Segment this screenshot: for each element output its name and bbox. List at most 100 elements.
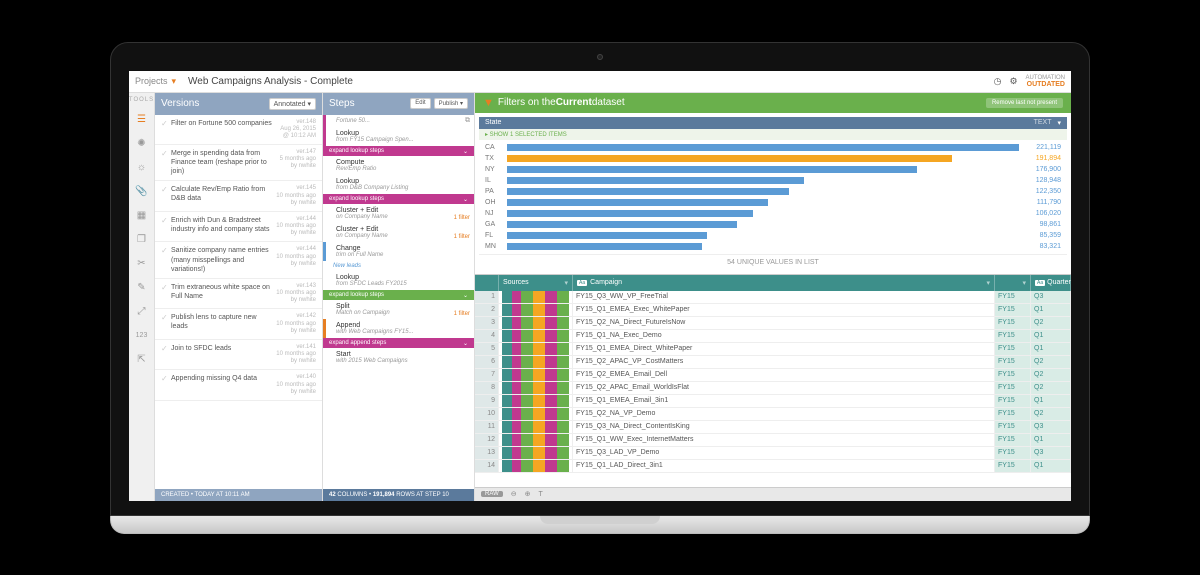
grid-icon[interactable]: ▦ [135, 209, 149, 223]
chart-bar[interactable]: IL128,948 [485, 175, 1061, 186]
step-item[interactable]: Lookupfrom SFDC Leads FY2015 [323, 271, 474, 290]
table-row[interactable]: 8FY15_Q2_APAC_Email_WorldIsFlatFY15Q2 [475, 382, 1071, 395]
cell-fy: FY15 [995, 421, 1031, 433]
chart-bar[interactable]: NJ106,020 [485, 208, 1061, 219]
table-row[interactable]: 14FY15_Q1_LAD_Direct_3in1FY15Q1 [475, 460, 1071, 473]
external-icon[interactable]: ⇱ [135, 353, 149, 367]
chart-bar[interactable]: OH111,790 [485, 197, 1061, 208]
table-row[interactable]: 12FY15_Q1_WW_Exec_InternetMattersFY15Q1 [475, 434, 1071, 447]
unique-count: 54 UNIQUE VALUES IN LIST [479, 254, 1067, 270]
cell-campaign: FY15_Q2_APAC_Email_WorldIsFlat [573, 382, 995, 394]
version-item[interactable]: ✓Sanitize company name entries (many mis… [155, 242, 322, 278]
show-selected-toggle[interactable]: ▸ SHOW 1 SELECTED ITEMS [479, 129, 1067, 140]
step-item[interactable]: Lookupfrom FY15 Campaign Spen... [323, 127, 474, 146]
gear-icon[interactable]: ⚙ [1009, 76, 1017, 87]
chevron-down-icon[interactable]: ▾ [986, 279, 990, 287]
raw-toggle[interactable]: RAW [481, 491, 503, 497]
table-row[interactable]: 11FY15_Q3_NA_Direct_ContentIsKingFY15Q3 [475, 421, 1071, 434]
edit-button[interactable]: Edit [410, 98, 430, 109]
list-icon[interactable]: ☰ [135, 113, 149, 127]
cut-icon[interactable]: ✂ [135, 257, 149, 271]
page-title: Web Campaigns Analysis - Complete [188, 76, 353, 87]
chart-bar[interactable]: FL85,359 [485, 230, 1061, 241]
chart-bar[interactable]: PA122,350 [485, 186, 1061, 197]
chart-bar[interactable]: MN83,321 [485, 241, 1061, 252]
table-row[interactable]: 5FY15_Q1_EMEA_Direct_WhitePaperFY15Q1 [475, 343, 1071, 356]
step-item[interactable]: Startwith 2015 Web Campaigns [323, 348, 474, 367]
col-quarter[interactable]: AaQuarter [1031, 275, 1071, 291]
step-item[interactable]: Cluster + Editon Company Name1 filter [323, 223, 474, 242]
chevron-down-icon[interactable]: ▾ [1022, 279, 1026, 287]
expand-icon[interactable]: ⤢ [135, 305, 149, 319]
table-row[interactable]: 9FY15_Q1_EMEA_Email_3in1FY15Q1 [475, 395, 1071, 408]
remove-filter-pill[interactable]: Remove last not present [986, 98, 1063, 108]
version-item[interactable]: ✓Trim extraneous white space on Full Nam… [155, 279, 322, 310]
spark-icon[interactable]: ✺ [135, 137, 149, 151]
step-item[interactable]: ⧉Fortune 50... [323, 115, 474, 127]
versions-filter-dropdown[interactable]: Annotated ▾ [269, 98, 316, 110]
version-item[interactable]: ✓Merge in spending data from Finance tea… [155, 145, 322, 181]
pen-icon[interactable]: ✎ [135, 281, 149, 295]
chart-menu-icon[interactable]: ▾ [1057, 119, 1061, 127]
cell-fy: FY15 [995, 395, 1031, 407]
cell-rownum: 6 [475, 356, 499, 368]
version-item[interactable]: ✓Join to SFDC leadsver.14110 months agob… [155, 340, 322, 371]
chart-bar[interactable]: CA221,119 [485, 142, 1061, 153]
chevron-down-icon[interactable]: ▾ [564, 279, 568, 287]
chart-column-label: State [485, 119, 501, 127]
filter-badge: 1 filter [454, 234, 470, 240]
table-row[interactable]: 3FY15_Q2_NA_Direct_FutureIsNowFY15Q2 [475, 317, 1071, 330]
bar-value: 83,321 [1023, 243, 1061, 250]
cell-rownum: 4 [475, 330, 499, 342]
table-row[interactable]: 7FY15_Q2_EMEA_Email_DellFY15Q2 [475, 369, 1071, 382]
step-item[interactable]: Appendwith Web Campaigns FY15... [323, 319, 474, 338]
chart-bar[interactable]: NY176,900 [485, 164, 1061, 175]
version-item[interactable]: ✓Filter on Fortune 500 companiesver.148A… [155, 115, 322, 146]
version-meta: ver.14210 months agoby nwhite [274, 313, 316, 335]
step-item[interactable]: Cluster + Editon Company Name1 filter [323, 204, 474, 223]
col-campaign[interactable]: AaCampaign▾ [573, 275, 995, 291]
table-row[interactable]: 13FY15_Q3_LAD_VP_DemoFY15Q3 [475, 447, 1071, 460]
version-item[interactable]: ✓Publish lens to capture new leadsver.14… [155, 309, 322, 340]
cell-fy: FY15 [995, 460, 1031, 472]
zoom-out-icon[interactable]: ⊖ [511, 490, 517, 498]
clock-icon[interactable]: ◷ [994, 76, 1002, 87]
step-item[interactable]: Lookupfrom D&B Company Listing [323, 175, 474, 194]
bar-label: TX [485, 155, 503, 162]
expand-toggle[interactable]: expand lookup steps⌄ [323, 146, 474, 156]
table-row[interactable]: 1FY15_Q3_WW_VP_FreeTrialFY15Q3 [475, 291, 1071, 304]
step-item[interactable]: ComputeRev/Emp Ratio [323, 156, 474, 175]
clip-icon[interactable]: 📎 [135, 185, 149, 199]
cell-rownum: 2 [475, 304, 499, 316]
bar-label: FL [485, 232, 503, 239]
copy-icon[interactable]: ❐ [135, 233, 149, 247]
version-item[interactable]: ✓Enrich with Dun & Bradstreet industry i… [155, 212, 322, 243]
chart-type-label: TEXT [1034, 119, 1052, 127]
zoom-in-icon[interactable]: ⊕ [525, 490, 531, 498]
cell-campaign: FY15_Q1_EMEA_Direct_WhitePaper [573, 343, 995, 355]
step-item[interactable]: Changetrim on Full Name [323, 242, 474, 261]
projects-link[interactable]: Projects [135, 76, 168, 86]
version-item[interactable]: ✓Calculate Rev/Emp Ratio from D&B datave… [155, 181, 322, 212]
text-tool-icon[interactable]: T [539, 491, 543, 498]
version-item[interactable]: ✓Appending missing Q4 dataver.14010 mont… [155, 370, 322, 401]
table-row[interactable]: 2FY15_Q1_EMEA_Exec_WhitePaperFY15Q1 [475, 304, 1071, 317]
external-link-icon[interactable]: ⧉ [465, 117, 470, 125]
cell-campaign: FY15_Q2_NA_Direct_FutureIsNow [573, 317, 995, 329]
expand-toggle[interactable]: expand lookup steps⌄ [323, 290, 474, 300]
table-row[interactable]: 4FY15_Q1_NA_Exec_DemoFY15Q1 [475, 330, 1071, 343]
chart-bar[interactable]: GA98,861 [485, 219, 1061, 230]
cell-campaign: FY15_Q1_NA_Exec_Demo [573, 330, 995, 342]
expand-toggle[interactable]: expand lookup steps⌄ [323, 194, 474, 204]
chart-bar[interactable]: TX191,894 [485, 153, 1061, 164]
numbers-icon[interactable]: 123 [135, 329, 149, 343]
table-row[interactable]: 6FY15_Q2_APAC_VP_CostMattersFY15Q2 [475, 356, 1071, 369]
table-row[interactable]: 10FY15_Q2_NA_VP_DemoFY15Q2 [475, 408, 1071, 421]
projects-caret-icon[interactable]: ▾ [172, 76, 177, 87]
step-item[interactable]: SplitMatch on Campaign1 filter [323, 300, 474, 319]
col-sources[interactable]: Sources▾ [499, 275, 573, 291]
sun-icon[interactable]: ☼ [135, 161, 149, 175]
expand-toggle[interactable]: expand append steps⌄ [323, 338, 474, 348]
publish-button[interactable]: Publish ▾ [434, 98, 468, 109]
col-fy[interactable]: ▾ [995, 275, 1031, 291]
